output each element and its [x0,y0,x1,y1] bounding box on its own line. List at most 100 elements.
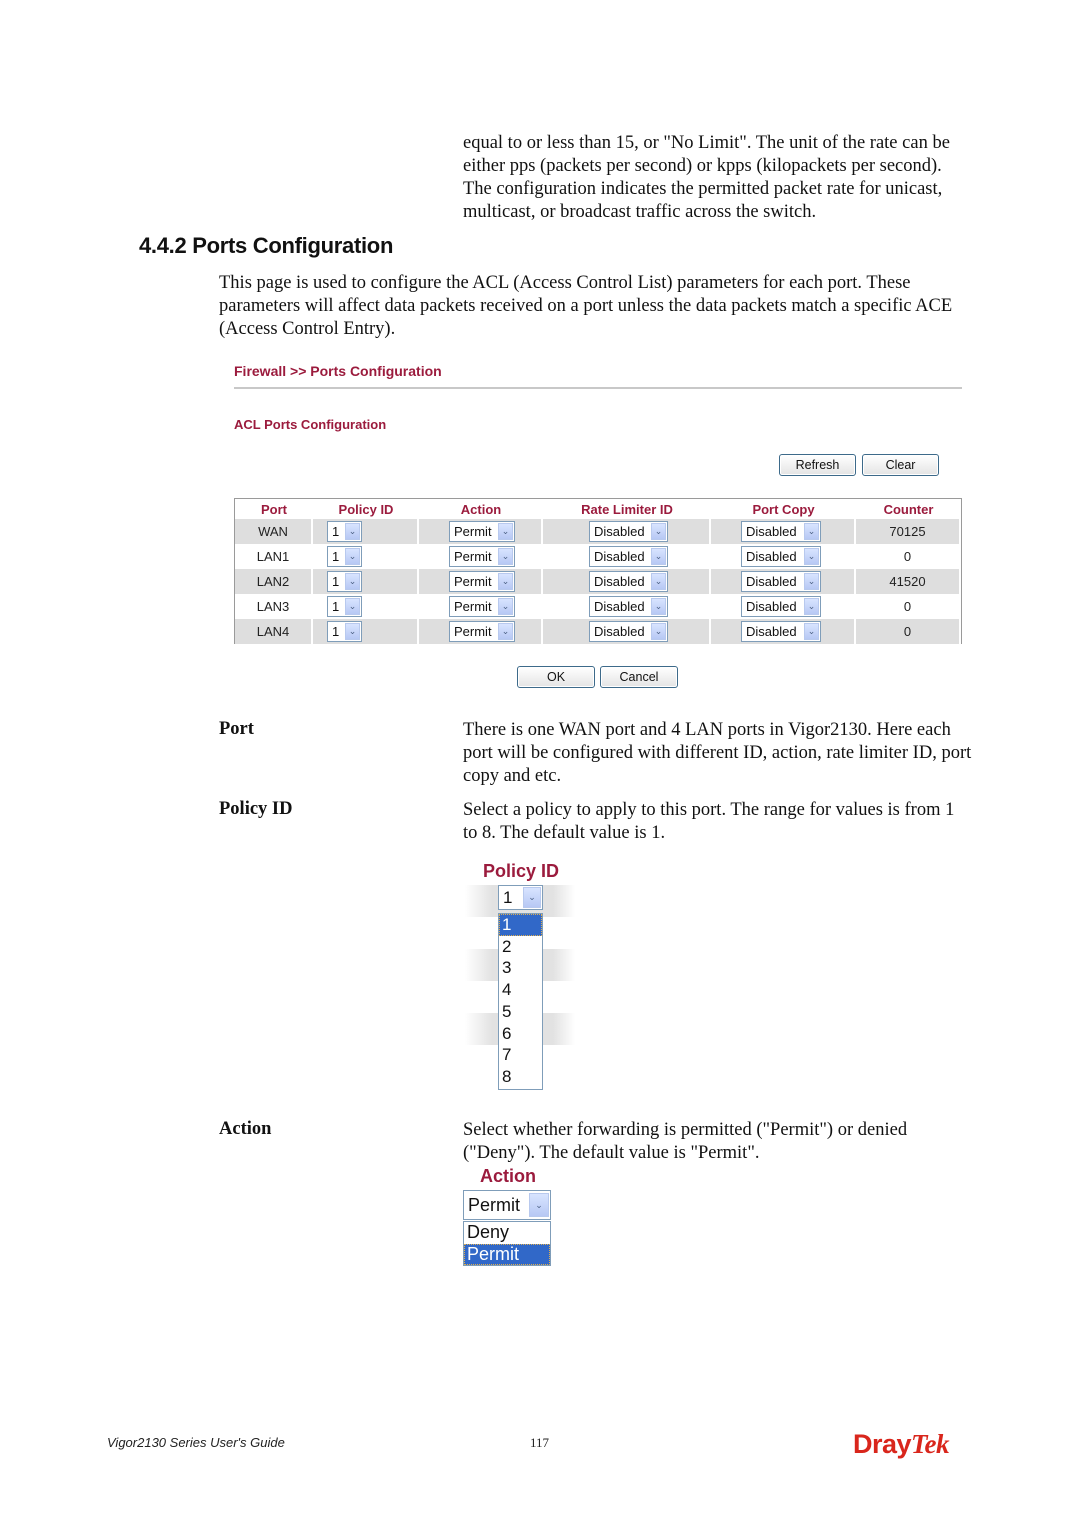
policy-id-cell: 1 ⌄ [313,519,419,544]
term-policy-id: Policy ID [219,799,293,819]
refresh-button[interactable]: Refresh [779,454,856,476]
action-value: Permit [454,574,492,589]
port-copy-cell: Disabled ⌄ [711,569,856,594]
chevron-down-icon[interactable]: ⌄ [498,623,513,640]
action-value: Permit [454,624,492,639]
chevron-down-icon[interactable]: ⌄ [804,523,819,540]
cancel-button[interactable]: Cancel [600,666,678,688]
action-select[interactable]: Permit ⌄ [449,521,515,542]
chevron-down-icon[interactable]: ⌄ [651,523,666,540]
policy-id-select[interactable]: 1 ⌄ [498,885,543,910]
breadcrumb-title: Firewall >> Ports Configuration [234,363,442,379]
acl-ports-table: Port Policy ID Action Rate Limiter ID Po… [234,498,962,644]
definition-action: Select whether forwarding is permitted (… [463,1120,908,1163]
action-value: Permit [454,524,492,539]
chevron-down-icon[interactable]: ⌄ [345,548,360,565]
rate-limiter-cell: Disabled ⌄ [543,594,711,619]
rate-limiter-select[interactable]: Disabled ⌄ [589,571,668,592]
port-name: LAN3 [235,594,313,619]
port-copy-value: Disabled [746,574,797,589]
chevron-down-icon[interactable]: ⌄ [345,598,360,615]
policy-id-cell: 1 ⌄ [313,569,419,594]
continuation-paragraph: equal to or less than 15, or "No Limit".… [463,133,950,222]
intro-paragraph: This page is used to configure the ACL (… [219,273,953,339]
chevron-down-icon[interactable]: ⌄ [498,523,513,540]
action-select[interactable]: Permit ⌄ [449,621,515,642]
port-copy-select[interactable]: Disabled ⌄ [741,521,821,542]
action-select[interactable]: Permit ⌄ [449,546,515,567]
acl-subtitle: ACL Ports Configuration [234,417,387,432]
port-copy-select[interactable]: Disabled ⌄ [741,571,821,592]
ok-button[interactable]: OK [517,666,595,688]
port-copy-select[interactable]: Disabled ⌄ [741,621,821,642]
table-row: WAN 1 ⌄ Permit ⌄ Disabled ⌄ Disabled ⌄ 70125 [235,519,961,544]
policy-id-select[interactable]: 1 ⌄ [327,521,362,542]
chevron-down-icon[interactable]: ⌄ [651,598,666,615]
definition-port: There is one WAN port and 4 LAN ports in… [463,720,972,786]
port-copy-value: Disabled [746,599,797,614]
counter-value: 41520 [856,569,961,594]
chevron-down-icon[interactable]: ⌄ [498,548,513,565]
action-select[interactable]: Permit ⌄ [449,571,515,592]
port-copy-cell: Disabled ⌄ [711,519,856,544]
dropdown-option[interactable]: 4 [499,979,542,1001]
brand-part-1: Dray [853,1429,912,1459]
policy-id-select[interactable]: 1 ⌄ [327,596,362,617]
chevron-down-icon[interactable]: ⌄ [345,623,360,640]
chevron-down-icon[interactable]: ⌄ [804,548,819,565]
footer-guide-title: Vigor2130 Series User's Guide [107,1435,285,1450]
action-select[interactable]: Permit ⌄ [449,596,515,617]
dropdown-option[interactable]: Deny [464,1222,550,1244]
chevron-down-icon[interactable]: ⌄ [498,598,513,615]
chevron-down-icon[interactable]: ⌄ [345,573,360,590]
dropdown-option[interactable]: 1 [499,914,542,936]
counter-value: 0 [856,544,961,569]
table-row: LAN4 1 ⌄ Permit ⌄ Disabled ⌄ Disabled ⌄ 0 [235,619,961,644]
policy-id-select[interactable]: 1 ⌄ [327,571,362,592]
chevron-down-icon[interactable]: ⌄ [529,1193,549,1217]
chevron-down-icon[interactable]: ⌄ [804,623,819,640]
counter-value: 0 [856,594,961,619]
chevron-down-icon[interactable]: ⌄ [345,523,360,540]
rate-limiter-select[interactable]: Disabled ⌄ [589,621,668,642]
rate-limiter-value: Disabled [594,624,645,639]
counter-value: 0 [856,619,961,644]
port-name: LAN2 [235,569,313,594]
chevron-down-icon[interactable]: ⌄ [498,573,513,590]
policy-id-cell: 1 ⌄ [313,544,419,569]
policy-id-select[interactable]: 1 ⌄ [327,546,362,567]
rate-limiter-select[interactable]: Disabled ⌄ [589,521,668,542]
chevron-down-icon[interactable]: ⌄ [651,548,666,565]
rate-limiter-select[interactable]: Disabled ⌄ [589,546,668,567]
header-rate-limiter-id: Rate Limiter ID [581,501,673,517]
action-select[interactable]: Permit ⌄ [463,1190,551,1220]
dropdown-option[interactable]: 3 [499,957,542,979]
port-copy-select[interactable]: Disabled ⌄ [741,596,821,617]
action-cell: Permit ⌄ [419,544,543,569]
clear-button[interactable]: Clear [862,454,939,476]
dropdown-option[interactable]: 7 [499,1044,542,1066]
action-cell: Permit ⌄ [419,594,543,619]
chevron-down-icon[interactable]: ⌄ [651,623,666,640]
dropdown-option[interactable]: 6 [499,1023,542,1045]
action-value: Permit [454,599,492,614]
policy-id-illus-label: Policy ID [483,861,560,881]
dropdown-option[interactable]: Permit [464,1243,550,1265]
chevron-down-icon[interactable]: ⌄ [804,573,819,590]
header-action: Action [460,501,502,517]
dropdown-option[interactable]: 5 [499,1001,542,1023]
term-port: Port [219,719,254,739]
port-copy-cell: Disabled ⌄ [711,619,856,644]
port-copy-select[interactable]: Disabled ⌄ [741,546,821,567]
rate-limiter-value: Disabled [594,574,645,589]
dropdown-option[interactable]: 8 [499,1066,542,1088]
dropdown-option[interactable]: 2 [499,936,542,958]
port-copy-cell: Disabled ⌄ [711,594,856,619]
chevron-down-icon[interactable]: ⌄ [651,573,666,590]
chevron-down-icon[interactable]: ⌄ [523,887,541,908]
policy-id-select[interactable]: 1 ⌄ [327,621,362,642]
counter-value: 70125 [856,519,961,544]
draytek-logo: DrayTek [853,1429,950,1460]
chevron-down-icon[interactable]: ⌄ [804,598,819,615]
rate-limiter-select[interactable]: Disabled ⌄ [589,596,668,617]
